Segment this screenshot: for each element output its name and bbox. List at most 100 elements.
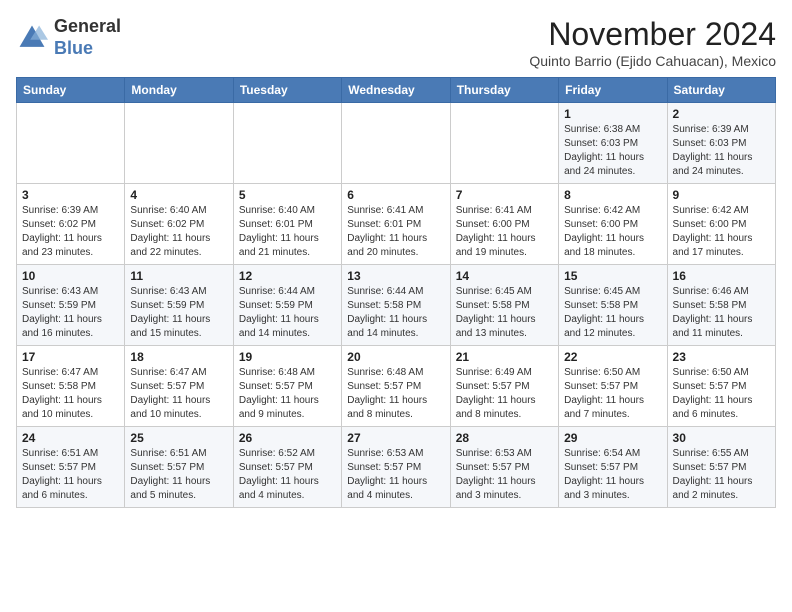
day-number: 8 — [564, 188, 661, 202]
title-block: November 2024 Quinto Barrio (Ejido Cahua… — [529, 16, 776, 69]
day-info: Sunrise: 6:38 AM Sunset: 6:03 PM Dayligh… — [564, 123, 661, 179]
calendar-day-cell: 30 Sunrise: 6:55 AM Sunset: 5:57 PM Dayli… — [667, 427, 775, 508]
day-info: Sunrise: 6:41 AM Sunset: 6:00 PM Dayligh… — [456, 204, 553, 260]
day-number: 29 — [564, 431, 661, 445]
page-header: General Blue November 2024 Quinto Barrio… — [16, 16, 776, 69]
calendar-week-row: 3 Sunrise: 6:39 AM Sunset: 6:02 PM Daylig… — [17, 184, 776, 265]
month-title: November 2024 — [529, 16, 776, 53]
day-number: 27 — [347, 431, 444, 445]
day-number: 17 — [22, 350, 119, 364]
calendar-day-cell: 22 Sunrise: 6:50 AM Sunset: 5:57 PM Dayli… — [559, 346, 667, 427]
calendar-day-cell: 26Sunrise: 6:52 AM Sunset: 5:57 PM Dayli… — [233, 427, 341, 508]
calendar-day-cell: 14 Sunrise: 6:45 AM Sunset: 5:58 PM Dayli… — [450, 265, 558, 346]
calendar-day-cell: 17 Sunrise: 6:47 AM Sunset: 5:58 PM Dayli… — [17, 346, 125, 427]
day-number: 2 — [673, 107, 770, 121]
calendar-day-cell: 15Sunrise: 6:45 AM Sunset: 5:58 PM Dayli… — [559, 265, 667, 346]
day-info: Sunrise: 6:50 AM Sunset: 5:57 PM Dayligh… — [673, 366, 770, 422]
calendar-day-cell: 1 Sunrise: 6:38 AM Sunset: 6:03 PM Daylig… — [559, 103, 667, 184]
calendar-day-cell — [342, 103, 450, 184]
logo-general: General — [54, 16, 121, 36]
calendar-day-cell: 3 Sunrise: 6:39 AM Sunset: 6:02 PM Daylig… — [17, 184, 125, 265]
day-number: 28 — [456, 431, 553, 445]
day-number: 20 — [347, 350, 444, 364]
logo-icon — [16, 22, 48, 54]
calendar-day-cell — [233, 103, 341, 184]
day-number: 30 — [673, 431, 770, 445]
day-number: 7 — [456, 188, 553, 202]
calendar-day-cell: 24Sunrise: 6:51 AM Sunset: 5:57 PM Dayli… — [17, 427, 125, 508]
day-number: 3 — [22, 188, 119, 202]
calendar-day-cell — [450, 103, 558, 184]
day-info: Sunrise: 6:45 AM Sunset: 5:58 PM Dayligh… — [456, 285, 553, 341]
calendar-day-cell: 10 Sunrise: 6:43 AM Sunset: 5:59 PM Dayli… — [17, 265, 125, 346]
day-number: 19 — [239, 350, 336, 364]
day-number: 10 — [22, 269, 119, 283]
day-info: Sunrise: 6:51 AM Sunset: 5:57 PM Dayligh… — [130, 447, 227, 503]
day-info: Sunrise: 6:53 AM Sunset: 5:57 PM Dayligh… — [456, 447, 553, 503]
calendar-day-cell: 27 Sunrise: 6:53 AM Sunset: 5:57 PM Dayli… — [342, 427, 450, 508]
day-info: Sunrise: 6:46 AM Sunset: 5:58 PM Dayligh… — [673, 285, 770, 341]
calendar-day-cell: 21 Sunrise: 6:49 AM Sunset: 5:57 PM Dayli… — [450, 346, 558, 427]
calendar-day-cell: 13 Sunrise: 6:44 AM Sunset: 5:58 PM Dayli… — [342, 265, 450, 346]
day-info: Sunrise: 6:43 AM Sunset: 5:59 PM Dayligh… — [22, 285, 119, 341]
logo: General Blue — [16, 16, 121, 59]
calendar-day-cell: 8 Sunrise: 6:42 AM Sunset: 6:00 PM Daylig… — [559, 184, 667, 265]
day-info: Sunrise: 6:52 AM Sunset: 5:57 PM Dayligh… — [239, 447, 336, 503]
day-info: Sunrise: 6:53 AM Sunset: 5:57 PM Dayligh… — [347, 447, 444, 503]
day-number: 6 — [347, 188, 444, 202]
day-info: Sunrise: 6:42 AM Sunset: 6:00 PM Dayligh… — [673, 204, 770, 260]
day-number: 14 — [456, 269, 553, 283]
day-info: Sunrise: 6:49 AM Sunset: 5:57 PM Dayligh… — [456, 366, 553, 422]
calendar-day-cell: 23 Sunrise: 6:50 AM Sunset: 5:57 PM Dayli… — [667, 346, 775, 427]
day-number: 24 — [22, 431, 119, 445]
day-of-week-header: Monday — [125, 78, 233, 103]
calendar-day-cell: 5Sunrise: 6:40 AM Sunset: 6:01 PM Daylig… — [233, 184, 341, 265]
day-number: 13 — [347, 269, 444, 283]
day-info: Sunrise: 6:41 AM Sunset: 6:01 PM Dayligh… — [347, 204, 444, 260]
calendar-day-cell: 9 Sunrise: 6:42 AM Sunset: 6:00 PM Daylig… — [667, 184, 775, 265]
calendar-day-cell: 11 Sunrise: 6:43 AM Sunset: 5:59 PM Dayli… — [125, 265, 233, 346]
day-info: Sunrise: 6:44 AM Sunset: 5:59 PM Dayligh… — [239, 285, 336, 341]
calendar-day-cell: 29Sunrise: 6:54 AM Sunset: 5:57 PM Dayli… — [559, 427, 667, 508]
day-number: 1 — [564, 107, 661, 121]
calendar-day-cell: 25 Sunrise: 6:51 AM Sunset: 5:57 PM Dayli… — [125, 427, 233, 508]
calendar-week-row: 24 Sunrise: 6:51 AM Sunset: 5:57 PM Dayli… — [17, 427, 776, 508]
day-of-week-header: Saturday — [667, 78, 775, 103]
calendar-day-cell: 7 Sunrise: 6:41 AM Sunset: 6:00 PM Daylig… — [450, 184, 558, 265]
day-info: Sunrise: 6:55 AM Sunset: 5:57 PM Dayligh… — [673, 447, 770, 503]
day-info: Sunrise: 6:50 AM Sunset: 5:57 PM Dayligh… — [564, 366, 661, 422]
calendar-day-cell — [17, 103, 125, 184]
calendar-day-cell: 28 Sunrise: 6:53 AM Sunset: 5:57 PM Dayli… — [450, 427, 558, 508]
day-info: Sunrise: 6:44 AM Sunset: 5:58 PM Dayligh… — [347, 285, 444, 341]
calendar-day-cell: 2Sunrise: 6:39 AM Sunset: 6:03 PM Daylig… — [667, 103, 775, 184]
day-info: Sunrise: 6:40 AM Sunset: 6:01 PM Dayligh… — [239, 204, 336, 260]
calendar-table: SundayMondayTuesdayWednesdayThursdayFrid… — [16, 77, 776, 508]
calendar-day-cell: 16 Sunrise: 6:46 AM Sunset: 5:58 PM Dayli… — [667, 265, 775, 346]
day-number: 11 — [130, 269, 227, 283]
day-number: 25 — [130, 431, 227, 445]
location-subtitle: Quinto Barrio (Ejido Cahuacan), Mexico — [529, 53, 776, 69]
day-info: Sunrise: 6:39 AM Sunset: 6:02 PM Dayligh… — [22, 204, 119, 260]
day-number: 15 — [564, 269, 661, 283]
day-number: 22 — [564, 350, 661, 364]
day-info: Sunrise: 6:43 AM Sunset: 5:59 PM Dayligh… — [130, 285, 227, 341]
day-number: 16 — [673, 269, 770, 283]
day-number: 9 — [673, 188, 770, 202]
day-of-week-header: Sunday — [17, 78, 125, 103]
day-info: Sunrise: 6:48 AM Sunset: 5:57 PM Dayligh… — [239, 366, 336, 422]
day-info: Sunrise: 6:40 AM Sunset: 6:02 PM Dayligh… — [130, 204, 227, 260]
day-number: 23 — [673, 350, 770, 364]
calendar-week-row: 1 Sunrise: 6:38 AM Sunset: 6:03 PM Daylig… — [17, 103, 776, 184]
day-info: Sunrise: 6:47 AM Sunset: 5:58 PM Dayligh… — [22, 366, 119, 422]
day-number: 21 — [456, 350, 553, 364]
day-number: 4 — [130, 188, 227, 202]
calendar-day-cell — [125, 103, 233, 184]
calendar-week-row: 17 Sunrise: 6:47 AM Sunset: 5:58 PM Dayli… — [17, 346, 776, 427]
day-number: 12 — [239, 269, 336, 283]
calendar-day-cell: 18Sunrise: 6:47 AM Sunset: 5:57 PM Dayli… — [125, 346, 233, 427]
day-of-week-header: Tuesday — [233, 78, 341, 103]
day-info: Sunrise: 6:42 AM Sunset: 6:00 PM Dayligh… — [564, 204, 661, 260]
day-info: Sunrise: 6:47 AM Sunset: 5:57 PM Dayligh… — [130, 366, 227, 422]
day-info: Sunrise: 6:48 AM Sunset: 5:57 PM Dayligh… — [347, 366, 444, 422]
calendar-week-row: 10 Sunrise: 6:43 AM Sunset: 5:59 PM Dayli… — [17, 265, 776, 346]
